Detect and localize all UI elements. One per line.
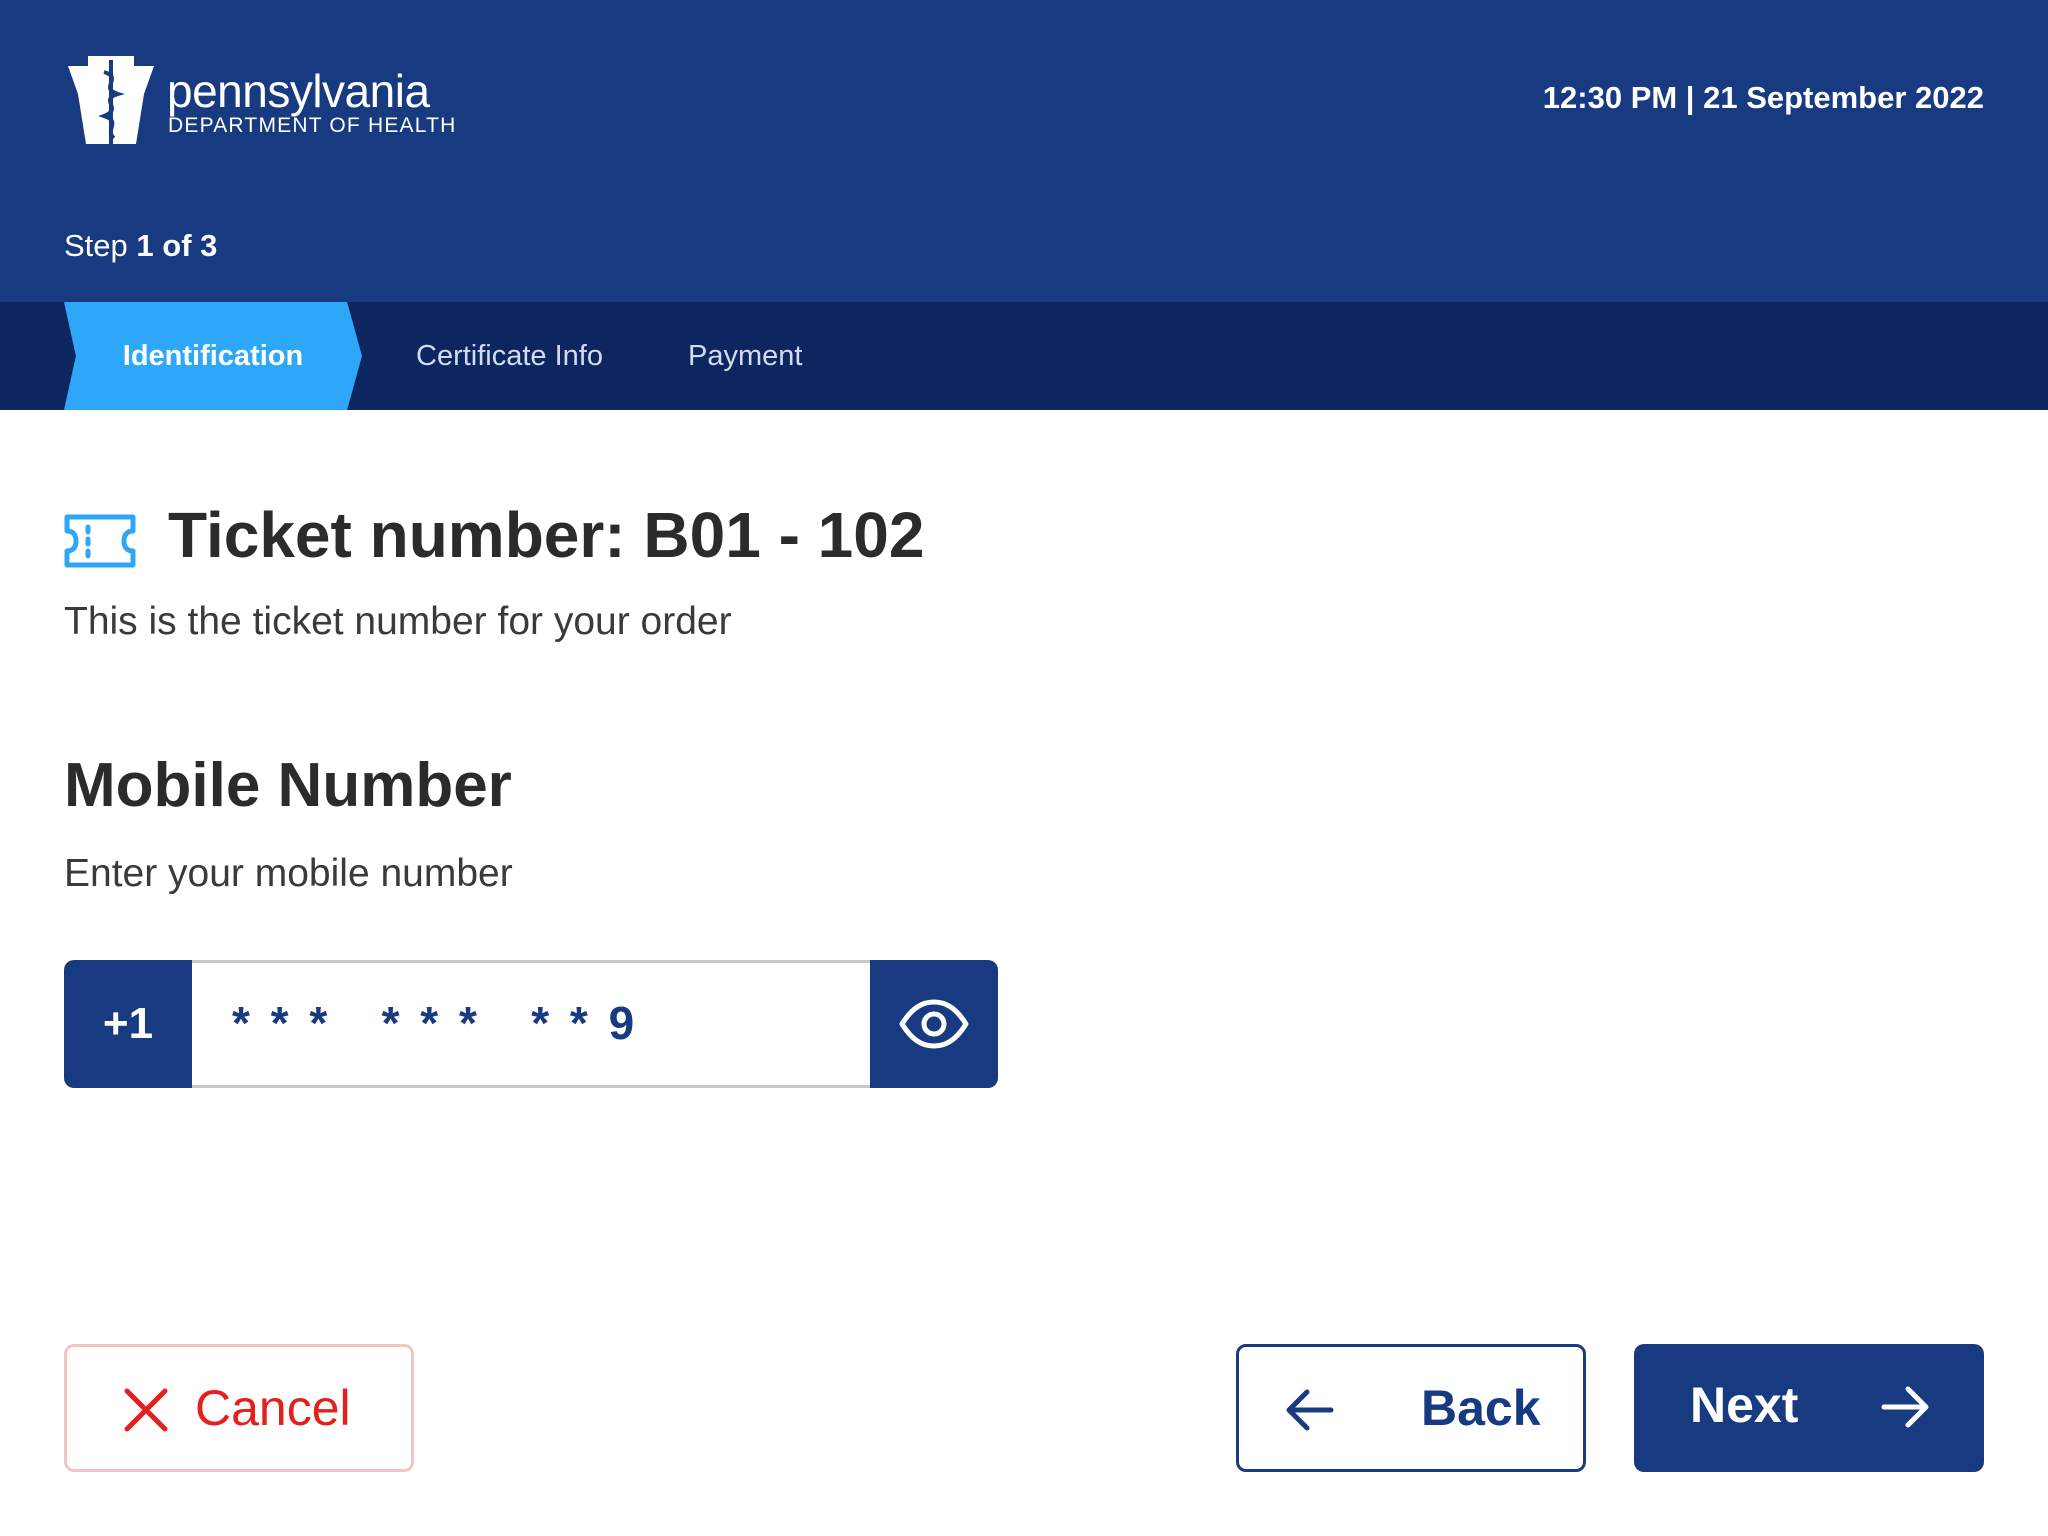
progress-tabs: Identification Certificate Info Payment: [0, 302, 2048, 410]
tab-identification[interactable]: Identification: [64, 302, 362, 410]
ticket-number-title: Ticket number: B01 - 102: [168, 499, 925, 571]
mobile-number-field: +1 * * * * * * * * 9: [64, 960, 998, 1088]
header: pennsylvania DEPARTMENT OF HEALTH 12:30 …: [0, 0, 2048, 302]
toggle-visibility-button[interactable]: [870, 960, 998, 1088]
step-indicator: Step 1 of 3: [64, 228, 217, 264]
country-code: +1: [64, 960, 192, 1088]
next-label: Next: [1690, 1377, 1799, 1433]
back-label: Back: [1421, 1380, 1541, 1436]
close-icon: [124, 1388, 168, 1432]
ticket-number-description: This is the ticket number for your order: [64, 600, 732, 643]
back-button[interactable]: Back: [1236, 1344, 1586, 1472]
next-button[interactable]: Next: [1634, 1344, 1984, 1472]
tab-certificate-info[interactable]: Certificate Info: [416, 302, 603, 410]
ticket-icon: [64, 514, 136, 568]
mobile-number-title: Mobile Number: [64, 751, 512, 820]
mobile-number-description: Enter your mobile number: [64, 852, 513, 895]
cancel-button[interactable]: Cancel: [64, 1344, 414, 1472]
date-time: 12:30 PM | 21 September 2022: [1542, 80, 1984, 115]
logo-subtitle: DEPARTMENT OF HEALTH: [168, 114, 457, 137]
arrow-right-icon: [1881, 1386, 1929, 1428]
arrow-left-icon: [1286, 1389, 1334, 1431]
mobile-number-input[interactable]: * * * * * * * * 9: [192, 960, 870, 1088]
step-prefix: Step: [64, 228, 128, 263]
tab-payment[interactable]: Payment: [688, 302, 802, 410]
keystone-icon: [68, 56, 154, 144]
logo-name: pennsylvania: [167, 65, 430, 117]
eye-icon: [899, 999, 969, 1049]
cancel-label: Cancel: [195, 1380, 351, 1436]
step-current: 1 of 3: [136, 228, 218, 263]
